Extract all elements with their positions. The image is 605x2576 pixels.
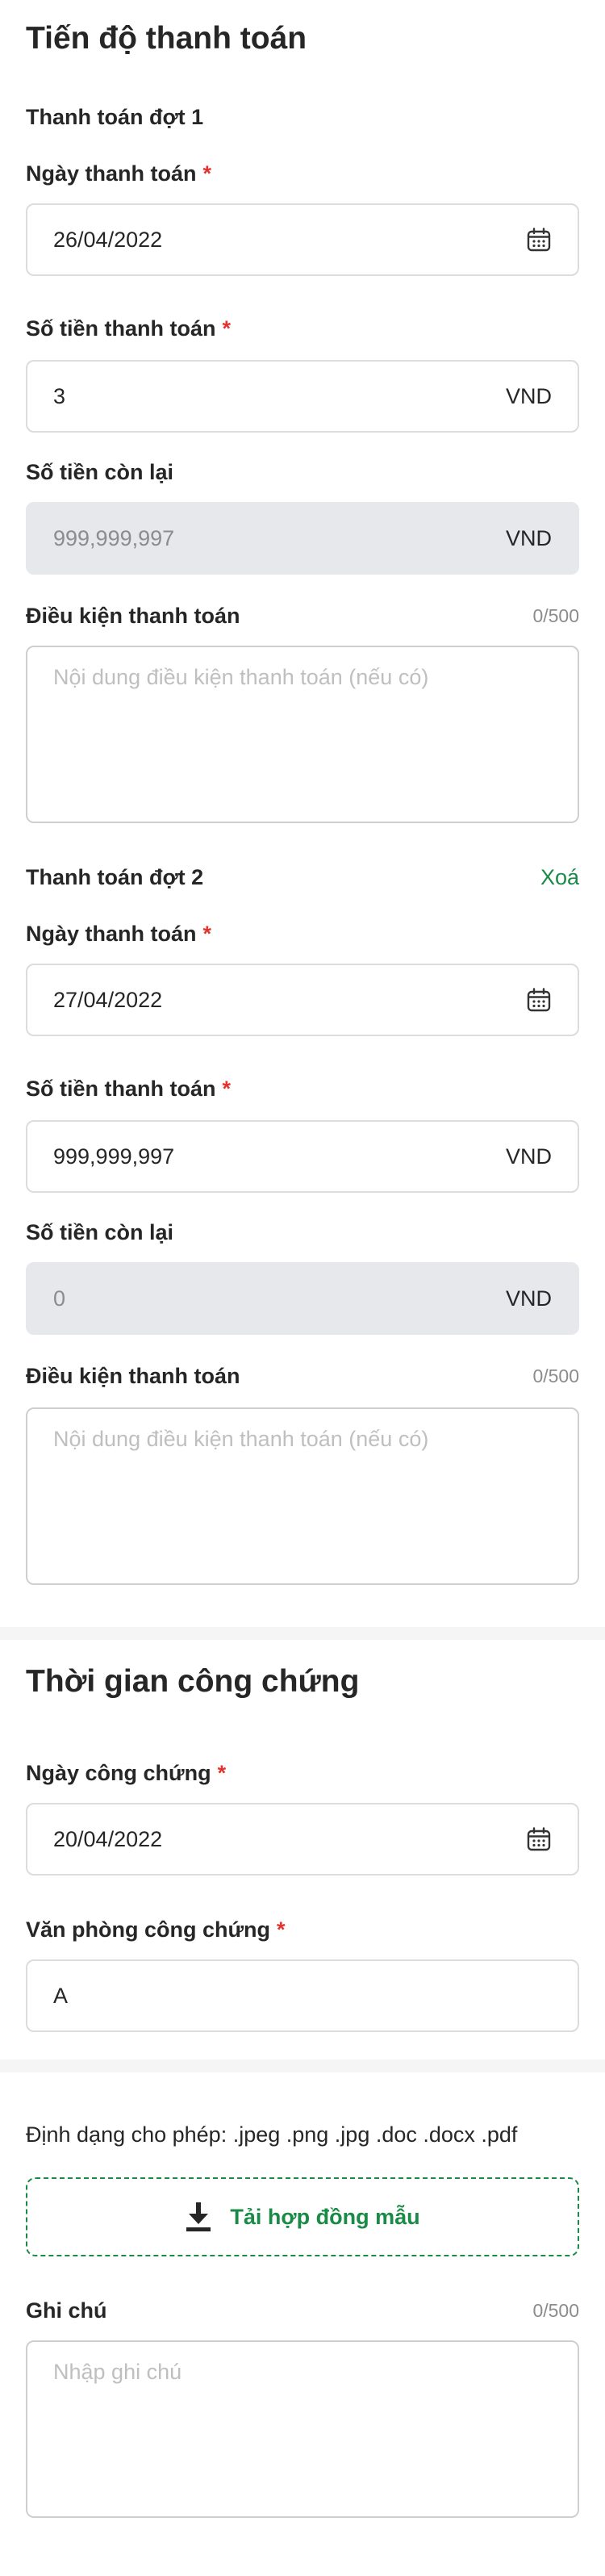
section-separator xyxy=(0,2060,605,2072)
required-mark: * xyxy=(202,922,212,946)
calendar-icon[interactable] xyxy=(526,227,552,253)
payment-amount-value: 3 xyxy=(53,384,66,408)
calendar-icon[interactable] xyxy=(526,987,552,1013)
note-placeholder: Nhập ghi chú xyxy=(53,2360,182,2384)
payment-terms-label: Điều kiện thanh toán xyxy=(26,1364,240,1388)
payment-date-field-2[interactable]: 27/04/2022 xyxy=(26,964,579,1036)
required-mark: * xyxy=(222,316,232,341)
payment-amount-value: 999,999,997 xyxy=(53,1144,175,1169)
payment-date-value: 27/04/2022 xyxy=(53,988,163,1012)
section-title: Tiến độ thanh toán xyxy=(26,21,307,56)
payment-date-label: Ngày thanh toán * xyxy=(26,161,212,186)
remaining-amount-value: 999,999,997 xyxy=(53,526,175,550)
installment-1-heading: Thanh toán đợt 1 xyxy=(26,105,204,129)
notarization-section: Thời gian công chứng Ngày công chứng * 20… xyxy=(0,1640,605,2060)
remaining-amount-field-2: 0 VND xyxy=(26,1262,579,1335)
payment-terms-placeholder: Nội dung điều kiện thanh toán (nếu có) xyxy=(53,665,429,689)
payment-terms-placeholder: Nội dung điều kiện thanh toán (nếu có) xyxy=(53,1427,429,1451)
download-template-label: Tải hợp đồng mẫu xyxy=(230,2204,420,2229)
payment-date-label: Ngày thanh toán * xyxy=(26,922,212,946)
notary-office-field[interactable]: A xyxy=(26,1959,579,2032)
section-separator xyxy=(0,1627,605,1640)
notarization-date-label: Ngày công chứng * xyxy=(26,1761,227,1785)
notarization-date-value: 20/04/2022 xyxy=(53,1827,163,1851)
notary-office-label: Văn phòng công chứng * xyxy=(26,1917,286,1942)
currency-unit: VND xyxy=(505,526,552,550)
download-template-button[interactable]: Tải hợp đồng mẫu xyxy=(26,2177,579,2256)
note-textarea[interactable]: Nhập ghi chú xyxy=(26,2340,579,2518)
note-counter: 0/500 xyxy=(532,2300,579,2321)
installment-2-heading: Thanh toán đợt 2 xyxy=(26,865,204,889)
currency-unit: VND xyxy=(505,384,552,408)
delete-installment-button[interactable]: Xoá xyxy=(540,865,579,890)
notary-office-value: A xyxy=(53,1984,69,2008)
note-label: Ghi chú xyxy=(26,2298,107,2323)
attachments-section: Định dạng cho phép: .jpeg .png .jpg .doc… xyxy=(0,2072,605,2576)
required-mark: * xyxy=(222,1077,232,1101)
payment-terms-label: Điều kiện thanh toán xyxy=(26,604,240,628)
payment-amount-label: Số tiền thanh toán * xyxy=(26,316,232,341)
payment-schedule-section: Tiến độ thanh toán Thanh toán đợt 1 Ngày… xyxy=(0,0,605,1627)
payment-amount-field-2[interactable]: 999,999,997 VND xyxy=(26,1120,579,1193)
notarization-date-field[interactable]: 20/04/2022 xyxy=(26,1803,579,1876)
remaining-amount-value: 0 xyxy=(53,1286,66,1311)
payment-date-value: 26/04/2022 xyxy=(53,228,163,252)
remaining-amount-label: Số tiền còn lại xyxy=(26,1220,174,1244)
remaining-amount-label: Số tiền còn lại xyxy=(26,460,174,484)
currency-unit: VND xyxy=(505,1286,552,1311)
payment-amount-field-1[interactable]: 3 VND xyxy=(26,360,579,433)
currency-unit: VND xyxy=(505,1144,552,1169)
payment-terms-counter: 0/500 xyxy=(532,1365,579,1386)
payment-terms-counter: 0/500 xyxy=(532,605,579,626)
allowed-formats-text: Định dạng cho phép: .jpeg .png .jpg .doc… xyxy=(26,2122,518,2147)
calendar-icon[interactable] xyxy=(526,1826,552,1852)
section-title: Thời gian công chứng xyxy=(26,1664,360,1699)
payment-terms-textarea-2[interactable]: Nội dung điều kiện thanh toán (nếu có) xyxy=(26,1407,579,1585)
payment-date-field-1[interactable]: 26/04/2022 xyxy=(26,203,579,276)
download-icon xyxy=(186,2202,211,2231)
payment-amount-label: Số tiền thanh toán * xyxy=(26,1077,232,1101)
remaining-amount-field-1: 999,999,997 VND xyxy=(26,502,579,575)
required-mark: * xyxy=(217,1761,227,1785)
payment-terms-textarea-1[interactable]: Nội dung điều kiện thanh toán (nếu có) xyxy=(26,646,579,823)
required-mark: * xyxy=(202,161,212,186)
required-mark: * xyxy=(277,1917,286,1942)
